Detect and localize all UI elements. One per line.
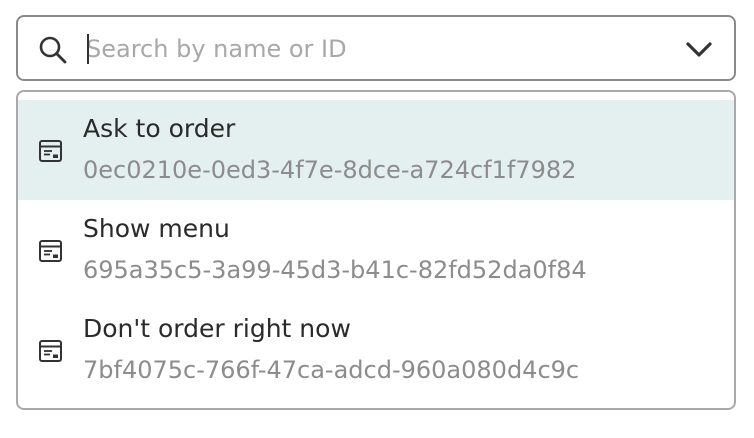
- option-item[interactable]: Ask to order 0ec0210e-0ed3-4f7e-8dce-a72…: [18, 100, 734, 200]
- option-item[interactable]: Show menu 695a35c5-3a99-45d3-b41c-82fd52…: [18, 200, 734, 300]
- option-list: Ask to order 0ec0210e-0ed3-4f7e-8dce-a72…: [18, 100, 734, 400]
- chevron-down-icon[interactable]: [685, 39, 713, 59]
- option-id: 7bf4075c-766f-47ca-adcd-960a080d4c9c: [83, 356, 580, 384]
- option-name: Show menu: [83, 214, 230, 243]
- search-input[interactable]: [86, 25, 646, 73]
- combobox-root: Ask to order 0ec0210e-0ed3-4f7e-8dce-a72…: [0, 0, 754, 438]
- dialog-window-icon: [39, 340, 62, 362]
- dialog-window-icon: [39, 140, 62, 162]
- option-name: Don't order right now: [83, 314, 351, 343]
- search-combobox[interactable]: [16, 15, 736, 81]
- option-id: 0ec0210e-0ed3-4f7e-8dce-a724cf1f7982: [83, 156, 577, 184]
- option-name: Ask to order: [83, 114, 236, 143]
- option-id: 695a35c5-3a99-45d3-b41c-82fd52da0f84: [83, 256, 587, 284]
- option-item[interactable]: Don't order right now 7bf4075c-766f-47ca…: [18, 300, 734, 400]
- text-cursor: [87, 34, 89, 64]
- search-icon: [39, 36, 67, 64]
- dropdown-menu: Ask to order 0ec0210e-0ed3-4f7e-8dce-a72…: [16, 90, 736, 410]
- dialog-window-icon: [39, 240, 62, 262]
